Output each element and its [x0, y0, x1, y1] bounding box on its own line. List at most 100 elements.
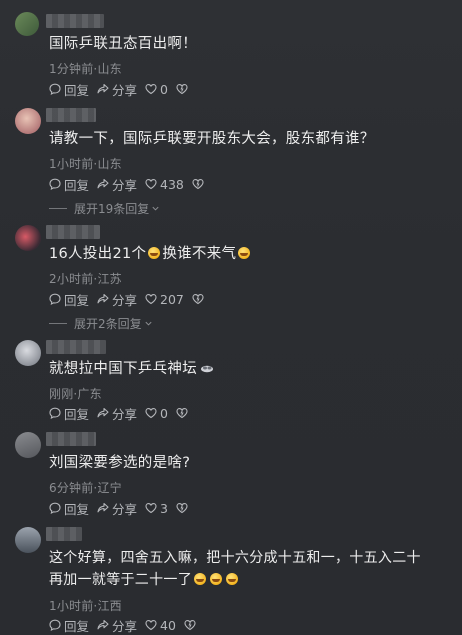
reply-label: 回复 [64, 501, 90, 517]
emoji-icon [194, 573, 206, 585]
divider [49, 208, 67, 209]
share-button[interactable]: 分享 [97, 499, 137, 518]
reply-button[interactable]: 回复 [49, 404, 89, 423]
comment-text: 请教一下，国际乒联要开股东大会，股东都有谁？ [49, 131, 375, 147]
avatar[interactable] [15, 108, 41, 134]
comment-actions: 回复 分享 0 [49, 404, 199, 423]
comment-meta: 1小时前·江西 [49, 599, 122, 613]
dislike-button[interactable] [184, 619, 199, 631]
like-count: 438 [160, 176, 184, 192]
chevron-down-icon [145, 321, 152, 326]
username-blurred[interactable] [46, 340, 106, 354]
share-label: 分享 [112, 82, 138, 98]
like-count: 3 [160, 500, 168, 516]
dislike-icon [176, 84, 188, 95]
share-icon [97, 619, 109, 630]
emoji-icon [210, 573, 222, 585]
reply-icon [49, 502, 61, 514]
comment-text-part: 再加一就等于二十一了 [49, 572, 192, 588]
dislike-icon [176, 503, 188, 514]
comment-text: 16人投出21个 换谁不来气 [49, 243, 448, 265]
ping-pong-emoji-icon [201, 365, 213, 373]
comment-text: 国际乒联丑态百出啊！ [49, 36, 197, 52]
heart-icon [145, 408, 157, 419]
heart-icon [145, 620, 157, 631]
share-button[interactable]: 分享 [97, 290, 137, 309]
reply-icon [49, 178, 61, 190]
username-blurred[interactable] [46, 527, 82, 541]
emoji-icon [148, 247, 161, 259]
dislike-button[interactable] [176, 502, 191, 514]
reply-icon [49, 407, 61, 419]
like-button[interactable]: 438 [145, 177, 184, 192]
share-button[interactable]: 分享 [97, 616, 137, 635]
like-button[interactable]: 0 [145, 82, 168, 97]
reply-label: 回复 [64, 406, 90, 422]
reply-icon [49, 619, 61, 631]
chevron-down-icon [152, 206, 159, 211]
dislike-button[interactable] [192, 293, 207, 305]
comment-text-line: 这个好算，四舍五入嘛，把十六分成十五和一，十五入二十 [49, 550, 421, 566]
expand-replies-button[interactable]: 展开19条回复 [49, 200, 160, 217]
emoji-icon [226, 573, 238, 585]
comment-meta: 1小时前·山东 [49, 157, 122, 171]
comment-text: 这个好算，四舍五入嘛，把十六分成十五和一，十五入二十 再加一就等于二十一了 [49, 547, 448, 591]
dislike-icon [192, 179, 204, 190]
comment-actions: 回复 分享 438 [49, 175, 215, 194]
like-button[interactable]: 40 [145, 618, 176, 633]
share-button[interactable]: 分享 [97, 175, 137, 194]
avatar[interactable] [15, 340, 41, 366]
comment-text-part: 就想拉中国下乒乓神坛 [49, 361, 197, 377]
share-icon [97, 178, 109, 189]
share-label: 分享 [112, 406, 138, 422]
reply-button[interactable]: 回复 [49, 616, 89, 635]
share-icon [97, 407, 109, 418]
share-button[interactable]: 分享 [97, 80, 137, 99]
expand-replies-label: 展开19条回复 [74, 202, 150, 216]
reply-label: 回复 [64, 177, 90, 193]
like-button[interactable]: 0 [145, 406, 168, 421]
like-count: 207 [160, 291, 184, 307]
like-button[interactable]: 207 [145, 292, 184, 307]
share-icon [97, 293, 109, 304]
like-count: 40 [160, 617, 176, 633]
username-blurred[interactable] [46, 225, 100, 239]
comment-actions: 回复 分享 3 [49, 499, 199, 518]
reply-label: 回复 [64, 292, 90, 308]
dislike-button[interactable] [176, 83, 191, 95]
share-label: 分享 [112, 618, 138, 634]
reply-icon [49, 293, 61, 305]
emoji-icon [238, 247, 251, 259]
dislike-button[interactable] [176, 407, 191, 419]
reply-label: 回复 [64, 82, 90, 98]
share-button[interactable]: 分享 [97, 404, 137, 423]
username-blurred[interactable] [46, 108, 96, 122]
avatar[interactable] [15, 12, 39, 36]
divider [49, 323, 67, 324]
heart-icon [145, 503, 157, 514]
comment-actions: 回复 分享 0 [49, 80, 199, 99]
expand-replies-button[interactable]: 展开2条回复 [49, 315, 153, 332]
like-button[interactable]: 3 [145, 501, 168, 516]
username-blurred[interactable] [46, 432, 96, 446]
dislike-icon [184, 620, 196, 631]
reply-button[interactable]: 回复 [49, 499, 89, 518]
share-label: 分享 [112, 501, 138, 517]
comment-text: 就想拉中国下乒乓神坛 [49, 358, 448, 380]
reply-button[interactable]: 回复 [49, 175, 89, 194]
avatar[interactable] [15, 225, 41, 251]
reply-button[interactable]: 回复 [49, 290, 89, 309]
dislike-icon [192, 294, 204, 305]
comment-meta: 1分钟前·山东 [49, 62, 122, 76]
share-icon [97, 83, 109, 94]
reply-button[interactable]: 回复 [49, 80, 89, 99]
expand-replies-label: 展开2条回复 [74, 317, 142, 331]
avatar[interactable] [15, 432, 41, 458]
comment-text-line: 再加一就等于二十一了 [49, 569, 448, 591]
comment-meta: 刚刚·广东 [49, 387, 102, 401]
heart-icon [145, 84, 157, 95]
share-label: 分享 [112, 177, 138, 193]
dislike-button[interactable] [192, 178, 207, 190]
username-blurred[interactable] [46, 14, 104, 28]
avatar[interactable] [15, 527, 41, 553]
